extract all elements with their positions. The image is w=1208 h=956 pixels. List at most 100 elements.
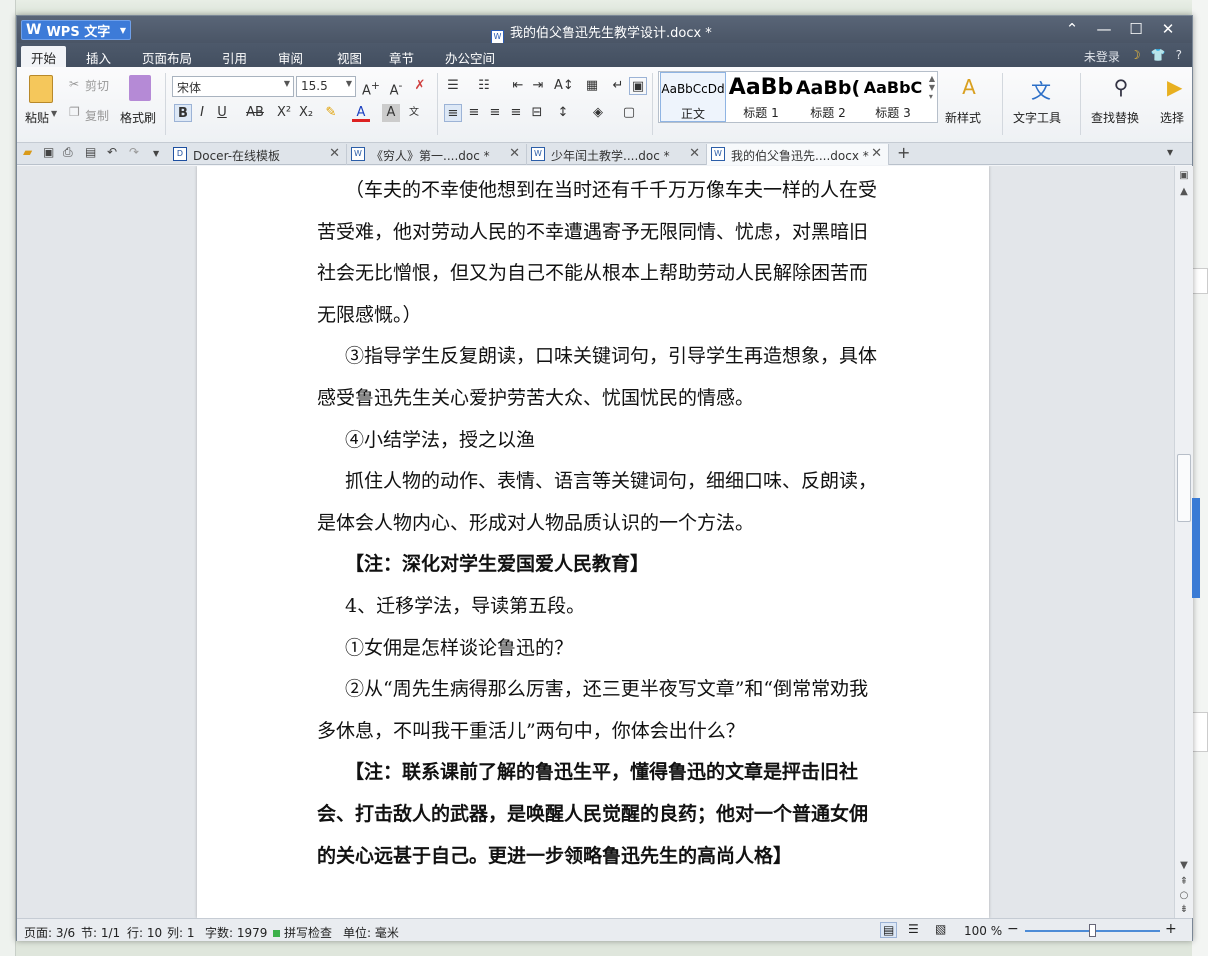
print-icon[interactable]: ⎙ bbox=[63, 145, 73, 160]
close-tab-icon[interactable]: ✕ bbox=[689, 146, 700, 161]
paragraph[interactable]: ②从“周先生病得那么厉害，还三更半夜写文章”和“倒常常劝我多休息，不叫我干重活儿… bbox=[317, 669, 877, 752]
zoom-slider-handle[interactable] bbox=[1089, 924, 1096, 937]
tab-view[interactable]: 视图 bbox=[327, 46, 372, 69]
style-normal[interactable]: AaBbCcDd 正文 bbox=[660, 72, 726, 122]
minimize-button[interactable]: — bbox=[1088, 19, 1120, 39]
show-frame-icon[interactable]: ▣ bbox=[629, 77, 647, 95]
style-heading-3[interactable]: AaBbC 标题 3 bbox=[861, 72, 925, 122]
styles-scroll-icon[interactable]: ▲ ▼ ▾ bbox=[929, 74, 935, 101]
select-button[interactable]: 选择 bbox=[1160, 109, 1184, 126]
close-tab-icon[interactable]: ✕ bbox=[509, 146, 520, 161]
zoom-level[interactable]: 100 % bbox=[964, 924, 1002, 938]
format-painter-icon[interactable] bbox=[129, 75, 151, 101]
wps-menu-button[interactable]: W WPS 文字 ▼ bbox=[21, 20, 131, 40]
ruler-toggle-icon[interactable]: ▣ bbox=[1178, 170, 1190, 181]
borders-icon[interactable]: ▢ bbox=[620, 104, 638, 122]
zoom-slider[interactable] bbox=[1025, 924, 1160, 937]
binoculars-icon[interactable]: ⚲ bbox=[1109, 75, 1133, 99]
close-tab-icon[interactable]: ✕ bbox=[871, 146, 882, 161]
copy-icon[interactable]: ❐ bbox=[69, 105, 80, 119]
bold-icon[interactable]: B bbox=[174, 104, 192, 122]
shirt-icon[interactable]: 👕 bbox=[1151, 48, 1166, 65]
previous-page-icon[interactable]: ⇞ bbox=[1178, 876, 1190, 887]
table-icon[interactable]: ▦ bbox=[583, 77, 601, 95]
paragraph[interactable]: ①女佣是怎样谈论鲁迅的？ bbox=[317, 628, 877, 670]
style-heading-1[interactable]: AaBb 标题 1 bbox=[728, 72, 794, 122]
style-heading-2[interactable]: AaBb( 标题 2 bbox=[795, 72, 861, 122]
font-color-icon[interactable]: A bbox=[352, 104, 370, 122]
next-page-icon[interactable]: ⇟ bbox=[1178, 904, 1190, 915]
print-preview-icon[interactable]: ▤ bbox=[85, 145, 96, 159]
new-style-button[interactable]: 新样式 bbox=[945, 109, 981, 126]
font-name-select[interactable]: 宋体 ▼ bbox=[172, 76, 294, 97]
maximize-button[interactable]: ☐ bbox=[1120, 19, 1152, 39]
word-count[interactable]: 字数: 1979 bbox=[205, 924, 267, 941]
close-button[interactable]: ✕ bbox=[1152, 19, 1184, 39]
paragraph-shading-icon[interactable]: ◈ bbox=[589, 104, 607, 122]
phonetic-guide-icon[interactable]: 文 bbox=[405, 104, 423, 122]
font-size-select[interactable]: 15.5 ▼ bbox=[296, 76, 356, 97]
find-replace-button[interactable]: 查找替换 bbox=[1091, 109, 1139, 126]
tab-insert[interactable]: 插入 bbox=[76, 46, 121, 69]
paragraph[interactable]: 4、迁移学法，导读第五段。 bbox=[317, 586, 877, 628]
decrease-indent-icon[interactable]: ⇤ bbox=[509, 77, 527, 95]
clear-format-icon[interactable]: ✗ bbox=[411, 77, 429, 95]
tab-document-luxun[interactable]: W 我的伯父鲁迅先....docx * ✕ bbox=[707, 144, 889, 165]
note-paragraph[interactable]: 【注：联系课前了解的鲁迅生平，懂得鲁迅的文章是抨击旧社会、打击敌人的武器，是唤醒… bbox=[317, 752, 877, 877]
page-view-icon[interactable]: ▤ bbox=[880, 922, 898, 938]
web-view-icon[interactable]: ▧ bbox=[935, 922, 946, 936]
italic-icon[interactable]: I bbox=[193, 104, 211, 122]
copy-button[interactable]: 复制 bbox=[85, 107, 109, 124]
text-tools-button[interactable]: 文字工具 bbox=[1013, 109, 1061, 126]
tab-list-icon[interactable]: ▾ bbox=[1167, 145, 1173, 159]
format-painter-button[interactable]: 格式刷 bbox=[120, 109, 156, 126]
redo-icon[interactable]: ↷ bbox=[129, 145, 139, 159]
unit-indicator[interactable]: 单位: 毫米 bbox=[343, 924, 399, 941]
new-tab-icon[interactable]: + bbox=[897, 143, 910, 162]
scroll-down-icon[interactable]: ▼ bbox=[1178, 860, 1190, 871]
grow-font-icon[interactable]: A+ bbox=[362, 77, 380, 98]
new-style-icon[interactable]: A bbox=[957, 75, 981, 99]
help-button[interactable]: ? bbox=[1176, 48, 1182, 65]
tab-chapter[interactable]: 章节 bbox=[379, 46, 424, 69]
note-paragraph[interactable]: 【注：深化对学生爱国爱人民教育】 bbox=[317, 544, 877, 586]
side-panel-toggle[interactable] bbox=[1192, 498, 1200, 598]
tab-page-layout[interactable]: 页面布局 bbox=[132, 46, 202, 69]
paste-button[interactable]: 粘贴 bbox=[25, 109, 49, 126]
vertical-scrollbar[interactable]: ▣ ▲ ▼ ⇞ ○ ⇟ bbox=[1174, 166, 1193, 918]
tab-references[interactable]: 引用 bbox=[212, 46, 257, 69]
char-shading-icon[interactable]: A bbox=[382, 104, 400, 122]
document-page[interactable]: （车夫的不幸使他想到在当时还有千千万万像车夫一样的人在受苦受难，他对劳动人民的不… bbox=[197, 166, 989, 918]
tab-office-space[interactable]: 办公空间 bbox=[435, 46, 505, 69]
login-status[interactable]: 未登录 bbox=[1084, 48, 1120, 65]
undo-icon[interactable]: ↶ bbox=[107, 145, 117, 159]
show-marks-icon[interactable]: ↵ bbox=[609, 77, 627, 95]
highlight-icon[interactable]: ✎ bbox=[322, 104, 340, 122]
text-direction-icon[interactable]: A↕ bbox=[554, 77, 574, 95]
scrollbar-thumb[interactable] bbox=[1177, 454, 1191, 522]
outline-view-icon[interactable]: ☰ bbox=[908, 922, 919, 936]
align-left-icon[interactable]: ≡ bbox=[444, 104, 462, 122]
open-folder-icon[interactable]: ▰ bbox=[23, 145, 32, 159]
superscript-icon[interactable]: X² bbox=[275, 104, 293, 122]
scissors-icon[interactable]: ✂ bbox=[69, 77, 79, 91]
zoom-in-icon[interactable]: + bbox=[1165, 921, 1177, 937]
tab-docer-templates[interactable]: D Docer-在线模板 ✕ bbox=[169, 144, 347, 165]
collapse-ribbon-button[interactable]: ⌃ bbox=[1056, 19, 1088, 39]
align-center-icon[interactable]: ≡ bbox=[465, 104, 483, 122]
cut-button[interactable]: 剪切 bbox=[85, 77, 109, 94]
paragraph[interactable]: ④小结学法，授之以渔 bbox=[317, 420, 877, 462]
text-tools-icon[interactable]: 文 bbox=[1029, 75, 1053, 103]
tab-review[interactable]: 审阅 bbox=[268, 46, 313, 69]
skin-icon[interactable]: ☽ bbox=[1130, 48, 1141, 65]
numbered-list-icon[interactable]: ☷ bbox=[475, 77, 493, 95]
close-tab-icon[interactable]: ✕ bbox=[329, 146, 340, 161]
page-indicator[interactable]: 页面: 3/6 bbox=[24, 924, 75, 941]
paste-icon[interactable] bbox=[29, 75, 53, 103]
spell-check[interactable]: 拼写检查 bbox=[273, 924, 332, 941]
strikethrough-icon[interactable]: AB bbox=[241, 104, 269, 122]
customize-toolbar-icon[interactable]: ▼ bbox=[153, 149, 159, 158]
shrink-font-icon[interactable]: A- bbox=[387, 77, 405, 98]
paragraph[interactable]: ③指导学生反复朗读，口味关键词句，引导学生再造想象，具体感受鲁迅先生关心爱护劳苦… bbox=[317, 336, 877, 419]
justify-icon[interactable]: ≡ bbox=[507, 104, 525, 122]
